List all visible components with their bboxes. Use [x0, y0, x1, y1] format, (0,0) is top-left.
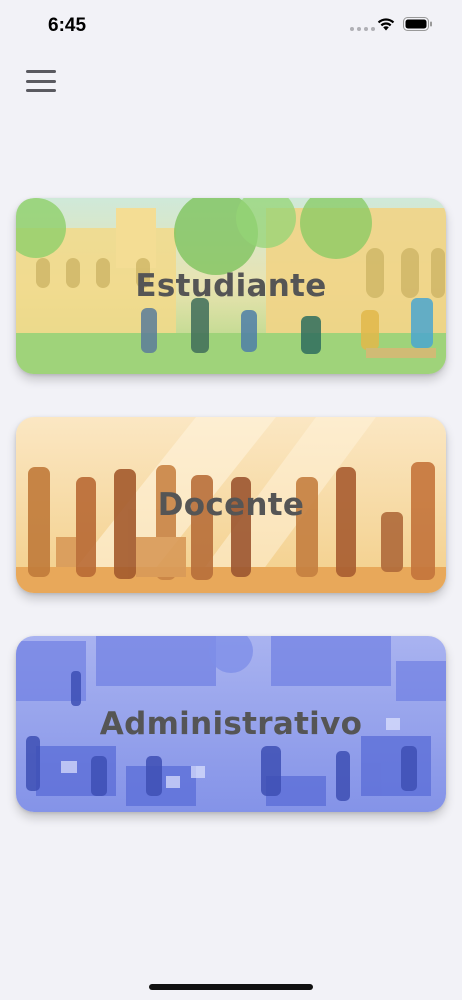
card-administrativo[interactable]: Administrativo [16, 636, 446, 812]
home-indicator[interactable] [149, 984, 313, 990]
wifi-icon [377, 18, 395, 31]
card-docente[interactable]: Docente [16, 417, 446, 593]
battery-icon [403, 17, 432, 31]
status-time: 6:45 [48, 15, 87, 36]
hamburger-menu-icon[interactable] [26, 70, 56, 92]
card-docente-label: Docente [157, 487, 305, 523]
card-administrativo-label: Administrativo [99, 706, 363, 742]
signal-dots-icon [350, 27, 375, 31]
card-estudiante[interactable]: Estudiante [16, 198, 446, 374]
status-bar: 6:45 [0, 0, 462, 54]
card-estudiante-label: Estudiante [135, 268, 327, 304]
